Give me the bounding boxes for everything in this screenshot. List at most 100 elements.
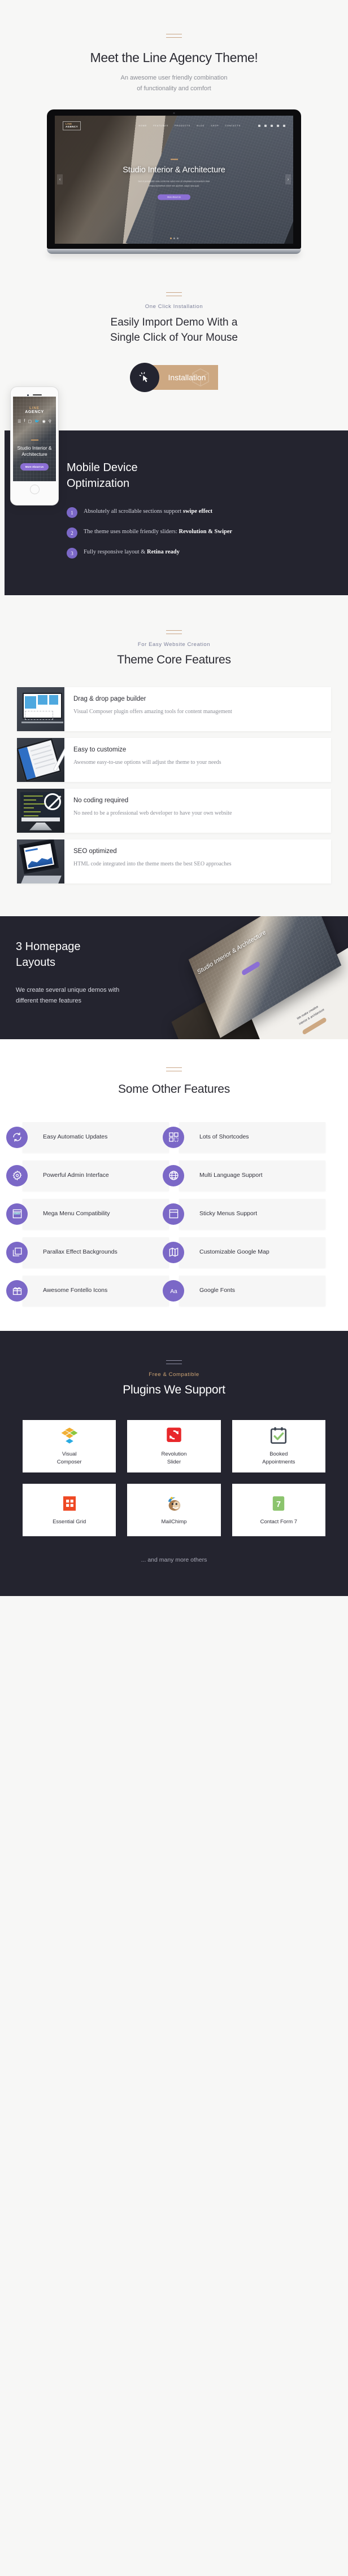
plugins-eyebrow: Free & Compatible <box>149 1371 199 1378</box>
search-icon[interactable] <box>283 124 285 127</box>
slider-dot-2[interactable] <box>173 237 175 239</box>
laptop-camera-icon <box>173 112 175 114</box>
svg-text:7: 7 <box>276 1500 281 1509</box>
preview-slider-dots[interactable] <box>55 237 293 239</box>
plugin-name-line-2: Composer <box>56 1458 82 1465</box>
facebook-icon[interactable] <box>258 124 260 127</box>
other-feature-tile[interactable]: Parallax Effect Backgrounds <box>6 1237 169 1268</box>
preview-nav-shop[interactable]: SHOP <box>211 125 219 127</box>
facebook-icon[interactable]: f <box>24 419 25 424</box>
slider-dot-3[interactable] <box>176 237 179 239</box>
menu-icon[interactable]: ☰ <box>18 419 21 424</box>
feature-card-title: No coding required <box>73 797 129 804</box>
other-feature-label: Awesome Fontello Icons <box>43 1286 108 1294</box>
mailchimp-logo <box>164 1494 184 1513</box>
plugins-section: Free & Compatible Plugins We Support Vis… <box>0 1330 348 1596</box>
layouts-description: We create several unique demos with diff… <box>16 987 120 1005</box>
essential-grid-logo <box>60 1494 79 1513</box>
plugin-name-line-2: Slider <box>167 1458 181 1465</box>
refresh-icon <box>6 1126 28 1148</box>
visual-composer-logo <box>60 1426 79 1445</box>
instagram-icon[interactable]: ▢ <box>28 419 32 424</box>
other-feature-tile[interactable]: Powerful Admin Interface <box>6 1160 169 1191</box>
plugin-name-line-1: Booked <box>269 1451 288 1458</box>
other-feature-tile[interactable]: Aa Google Fonts <box>163 1275 325 1306</box>
plugin-card[interactable]: 7 Contact Form 7 <box>232 1483 325 1536</box>
plugin-card[interactable]: Booked Appointments <box>232 1419 325 1472</box>
sticky-menu-icon <box>163 1203 184 1225</box>
plugin-card[interactable]: Revolution Slider <box>127 1419 221 1472</box>
phone-preview-iconbar[interactable]: ☰ f ▢ 🐦 ◉ ⚲ <box>13 419 56 424</box>
phone-cta-button[interactable]: More About Us <box>20 463 49 471</box>
list-item-bold: swipe effect <box>182 508 213 515</box>
plugin-card[interactable]: Visual Composer <box>23 1419 116 1472</box>
other-feature-label: Powerful Admin Interface <box>43 1171 109 1179</box>
preview-nav-contacts[interactable]: CONTACTS <box>225 125 241 127</box>
preview-next-arrow[interactable]: › <box>285 174 291 184</box>
plugin-card[interactable]: Essential Grid <box>23 1483 116 1536</box>
list-item-text: The theme uses mobile friendly sliders: <box>84 529 179 535</box>
preview-nav-home[interactable]: HOME <box>138 125 147 127</box>
feature-card-desc: No need to be a professional web develop… <box>73 810 232 816</box>
dribbble-icon[interactable]: ◉ <box>42 419 46 424</box>
hero-section: Meet the Line Agency Theme! An awesome u… <box>0 0 348 95</box>
plugin-name-line-1: Revolution <box>161 1451 187 1458</box>
revolution-slider-logo <box>164 1426 184 1445</box>
list-number-badge: 3 <box>67 548 77 559</box>
other-feature-tile[interactable]: Multi Language Support <box>163 1160 325 1191</box>
mega-menu-icon <box>6 1203 28 1225</box>
phone-accent-bar <box>31 439 38 441</box>
plugin-card[interactable]: MailChimp <box>127 1483 221 1536</box>
core-divider <box>166 630 182 635</box>
list-item: 3 Fully responsive layout & Retina ready <box>67 548 336 559</box>
mobile-title-line-1: Mobile Device <box>67 461 138 474</box>
instagram-icon[interactable] <box>264 124 267 127</box>
mobile-optimization-section: LINE AGENCY ☰ f ▢ 🐦 ◉ ⚲ Studio Interior … <box>0 386 348 596</box>
other-feature-tile[interactable]: Mega Menu Compatibility <box>6 1198 169 1229</box>
twitter-icon[interactable] <box>271 124 273 127</box>
map-icon <box>163 1241 184 1263</box>
plugins-divider <box>166 1360 182 1364</box>
phone-mockup: LINE AGENCY ☰ f ▢ 🐦 ◉ ⚲ Studio Interior … <box>10 386 59 505</box>
feature-card: No coding required No need to be a profe… <box>17 788 331 833</box>
preview-nav-products[interactable]: PRODUCTS <box>175 125 190 127</box>
feature-card: SEO optimized HTML code integrated into … <box>17 839 331 883</box>
layouts-title-line-1: 3 Homepage <box>16 940 81 953</box>
plugin-name-line-2: Appointments <box>262 1458 295 1465</box>
preview-nav-blog[interactable]: BLOG <box>197 125 205 127</box>
theme-landing-page: Meet the Line Agency Theme! An awesome u… <box>0 0 348 1596</box>
other-feature-tile[interactable]: Awesome Fontello Icons <box>6 1275 169 1306</box>
other-feature-tile[interactable]: Easy Automatic Updates <box>6 1122 169 1153</box>
other-feature-tile[interactable]: Customizable Google Map <box>163 1237 325 1268</box>
list-number-badge: 2 <box>67 527 77 539</box>
feature-card-title: Drag & drop page builder <box>73 695 146 702</box>
preview-accent-bar <box>170 159 178 160</box>
hero-subtitle-line-1: An awesome user friendly combination <box>120 74 228 81</box>
preview-prev-arrow[interactable]: ‹ <box>57 174 63 184</box>
preview-paragraph-line-2: emque laudantium totam rem aperiam, eaqu… <box>149 184 199 187</box>
phone-preview-logo: LINE AGENCY <box>25 406 44 414</box>
search-icon[interactable]: ⚲ <box>49 419 51 424</box>
booked-appointments-logo <box>269 1426 288 1445</box>
seo-tablet-thumb <box>17 839 64 883</box>
other-feature-label: Parallax Effect Backgrounds <box>43 1248 118 1255</box>
preview-cta-button[interactable]: More About Us <box>158 194 190 200</box>
slider-dot-1[interactable] <box>169 237 172 239</box>
preview-navbar: LINE AGENCY HOME FEATURES PRODUCTS BLOG … <box>55 116 293 136</box>
installation-button[interactable]: Installation <box>129 362 219 392</box>
other-feature-label: Easy Automatic Updates <box>43 1133 108 1140</box>
preview-nav-menu[interactable]: HOME FEATURES PRODUCTS BLOG SHOP CONTACT… <box>138 124 285 127</box>
core-eyebrow: For Easy Website Creation <box>137 641 211 648</box>
feature-card-desc: HTML code integrated into the theme meet… <box>73 860 232 867</box>
other-feature-tile[interactable]: Sticky Menus Support <box>163 1198 325 1229</box>
box-icon <box>192 368 210 386</box>
laptop-mockup: LINE AGENCY HOME FEATURES PRODUCTS BLOG … <box>0 109 348 254</box>
laptop-base <box>47 248 301 254</box>
linkedin-icon[interactable] <box>277 124 279 127</box>
preview-nav-features[interactable]: FEATURES <box>153 125 168 127</box>
other-feature-label: Google Fonts <box>199 1286 236 1294</box>
other-feature-tile[interactable]: Lots of Shortcodes <box>163 1122 325 1153</box>
no-code-thumb <box>17 788 64 833</box>
mobile-feature-list: 1 Absolutely all scrollable sections sup… <box>67 507 336 559</box>
twitter-icon[interactable]: 🐦 <box>34 419 40 424</box>
